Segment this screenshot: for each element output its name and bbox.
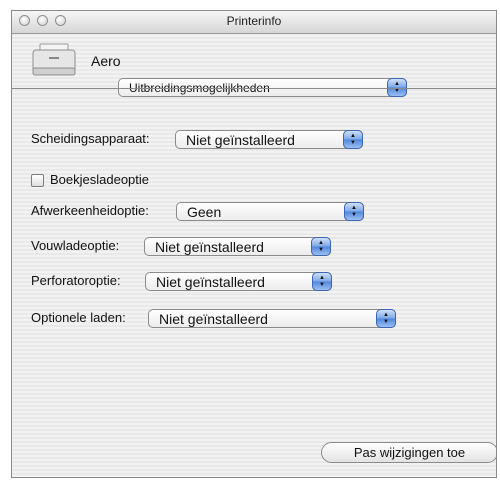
finisher-label: Afwerkeenheidoptie:	[31, 203, 149, 218]
finisher-select-value: Geen	[187, 204, 222, 220]
popup-arrows-icon: ▲ ▼	[343, 130, 363, 149]
finisher-select[interactable]: Geen ▲ ▼	[176, 202, 364, 221]
apply-changes-button[interactable]: Pas wijzigingen toe	[321, 442, 496, 463]
booklet-checkbox[interactable]	[31, 174, 44, 187]
separator-label: Scheidingsapparaat:	[31, 131, 150, 146]
printer-info-window: Printerinfo Aero Uitbreidingsmogelijkhed…	[11, 10, 497, 478]
perforator-select[interactable]: Niet geïnstalleerd ▲ ▼	[145, 272, 332, 291]
popup-arrows-icon: ▲ ▼	[311, 237, 331, 256]
folding-select[interactable]: Niet geïnstalleerd ▲ ▼	[144, 237, 331, 256]
popup-arrows-icon: ▲ ▼	[376, 309, 396, 328]
folding-label: Vouwladeoptie:	[31, 238, 120, 253]
title-bar: Printerinfo	[12, 11, 496, 34]
trays-label: Optionele laden:	[31, 310, 126, 325]
popup-arrows-icon: ▲ ▼	[344, 202, 364, 221]
popup-arrows-icon: ▲ ▼	[312, 272, 332, 291]
booklet-label: Boekjesladeoptie	[50, 172, 150, 187]
separator-select[interactable]: Niet geïnstalleerd ▲ ▼	[175, 130, 363, 149]
trays-select[interactable]: Niet geïnstalleerd ▲ ▼	[148, 309, 396, 328]
trays-select-value: Niet geïnstalleerd	[159, 311, 268, 327]
printer-name: Aero	[91, 53, 121, 69]
folding-select-value: Niet geïnstalleerd	[155, 239, 264, 255]
section-divider	[12, 88, 496, 89]
perforator-select-value: Niet geïnstalleerd	[156, 274, 265, 290]
perforator-label: Perforatoroptie:	[31, 273, 121, 288]
separator-select-value: Niet geïnstalleerd	[186, 132, 295, 148]
printer-icon	[32, 43, 76, 76]
window-title: Printerinfo	[226, 14, 282, 28]
